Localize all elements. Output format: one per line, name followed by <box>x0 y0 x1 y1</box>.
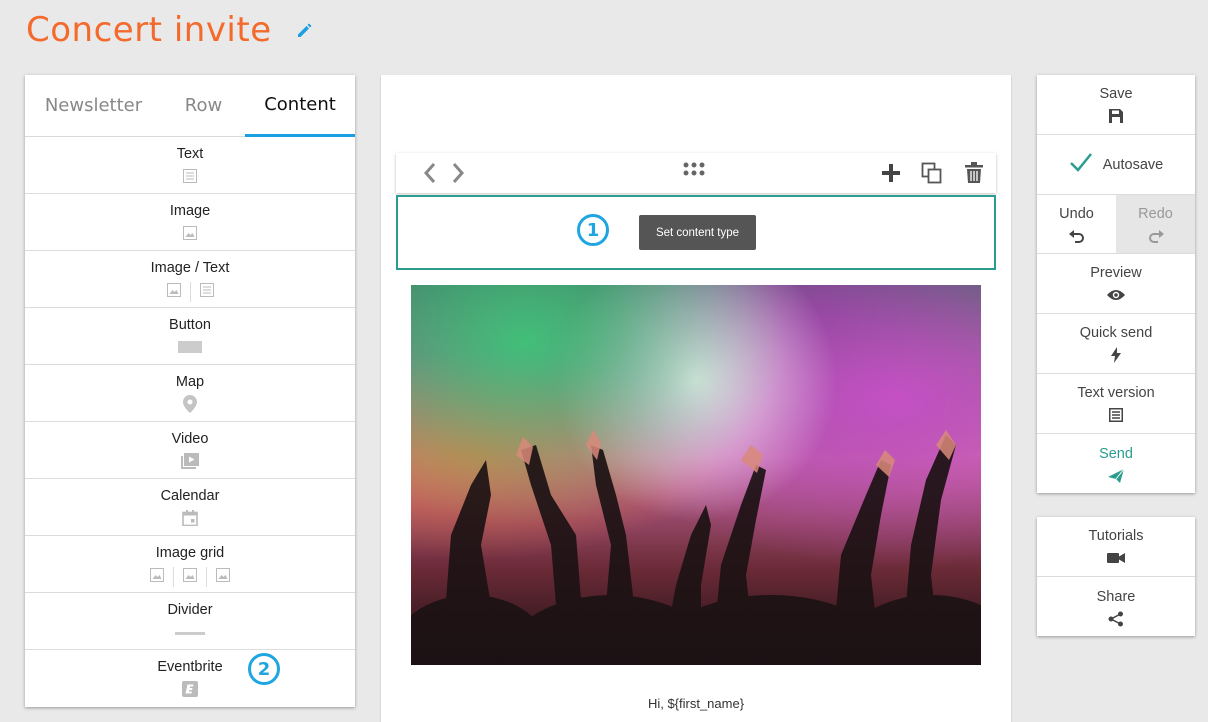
floppy-icon <box>1109 108 1123 124</box>
chevron-right-icon[interactable] <box>446 161 470 185</box>
text-version-button[interactable]: Text version <box>1037 374 1195 434</box>
undo-icon <box>1068 228 1085 244</box>
image-icon <box>182 567 198 588</box>
content-panel: Newsletter Row Content Text Image Image … <box>25 75 355 707</box>
block-text[interactable]: Text <box>25 137 355 194</box>
send-label: Send <box>1099 445 1133 462</box>
quick-send-label: Quick send <box>1079 325 1153 341</box>
eventbrite-icon <box>182 680 198 702</box>
concert-crowd-photo[interactable] <box>411 285 981 665</box>
help-panel: Tutorials Share <box>1037 517 1195 636</box>
block-map[interactable]: Map <box>25 365 355 422</box>
pencil-icon[interactable] <box>296 21 314 39</box>
share-button[interactable]: Share <box>1037 577 1195 637</box>
block-calendar[interactable]: Calendar <box>25 479 355 536</box>
row-toolbar <box>396 153 996 193</box>
image-icon <box>166 282 182 303</box>
divider-icon <box>175 624 205 645</box>
block-label: Divider <box>167 602 213 618</box>
block-label: Text <box>176 146 204 162</box>
set-content-type-tooltip[interactable]: Set content type <box>639 215 756 250</box>
share-icon <box>1108 611 1124 627</box>
tab-content[interactable]: Content <box>245 75 355 137</box>
image-icon <box>215 567 231 588</box>
block-image[interactable]: Image <box>25 194 355 251</box>
copy-icon[interactable] <box>920 161 944 185</box>
empty-content-row[interactable]: 1 Set content type <box>396 195 996 270</box>
send-button[interactable]: Send <box>1037 434 1195 494</box>
lightning-icon <box>1111 347 1121 363</box>
tab-row[interactable]: Row <box>162 75 245 136</box>
share-label: Share <box>1096 588 1136 605</box>
paper-plane-icon <box>1108 468 1124 484</box>
quick-send-button[interactable]: Quick send <box>1037 314 1195 374</box>
redo-button[interactable]: Redo <box>1116 195 1195 253</box>
undo-redo-row: Undo Redo <box>1037 195 1195 254</box>
block-label: Button <box>169 317 211 333</box>
block-divider[interactable]: Divider <box>25 593 355 650</box>
actions-panel: Save Autosave Undo Redo Preview Quick se… <box>1037 75 1195 493</box>
block-video[interactable]: Video <box>25 422 355 479</box>
crowd-silhouettes <box>411 430 981 665</box>
image-icon <box>149 567 165 588</box>
button-icon <box>178 340 202 358</box>
tutorials-label: Tutorials <box>1088 528 1144 544</box>
text-version-label: Text version <box>1077 385 1155 401</box>
block-button[interactable]: Button <box>25 308 355 365</box>
page-title: Concert invite <box>26 10 272 50</box>
autosave-toggle[interactable]: Autosave <box>1037 135 1195 195</box>
calendar-icon <box>182 509 198 531</box>
block-label: Eventbrite <box>157 659 223 675</box>
block-label: Calendar <box>160 488 220 504</box>
block-label: Video <box>171 431 209 447</box>
divider <box>189 282 191 302</box>
redo-label: Redo <box>1138 205 1173 222</box>
tutorials-button[interactable]: Tutorials <box>1037 517 1195 577</box>
drag-handle-icon[interactable] <box>682 157 706 181</box>
text-icon <box>182 168 198 189</box>
document-icon <box>1109 407 1123 423</box>
content-block-list: Text Image Image / Text Button Map Video… <box>25 137 355 707</box>
block-label: Image <box>169 203 211 219</box>
undo-label: Undo <box>1059 205 1094 222</box>
autosave-label: Autosave <box>1102 156 1164 173</box>
step-badge-2: 2 <box>248 653 280 685</box>
trash-icon[interactable] <box>962 161 986 185</box>
block-image-text[interactable]: Image / Text <box>25 251 355 308</box>
image-icon <box>182 225 198 246</box>
preview-button[interactable]: Preview <box>1037 254 1195 314</box>
undo-button[interactable]: Undo <box>1037 195 1116 253</box>
block-label: Image / Text <box>150 260 230 276</box>
divider <box>173 567 174 587</box>
block-label: Map <box>175 374 205 390</box>
video-icon <box>181 452 199 474</box>
divider <box>206 567 207 587</box>
add-icon[interactable] <box>879 161 903 185</box>
redo-icon <box>1148 228 1164 244</box>
checkmark-icon <box>1069 152 1093 177</box>
preview-label: Preview <box>1090 265 1142 281</box>
eye-icon <box>1107 287 1125 303</box>
tab-newsletter[interactable]: Newsletter <box>25 75 162 136</box>
video-camera-icon <box>1107 550 1125 566</box>
text-icon <box>199 282 215 303</box>
chevron-left-icon[interactable] <box>418 161 442 185</box>
title-bar: Concert invite <box>26 8 314 52</box>
email-canvas: 1 Set content type Hi, ${first_name} <box>381 75 1011 722</box>
map-pin-icon <box>183 394 197 418</box>
save-button[interactable]: Save <box>1037 75 1195 135</box>
save-label: Save <box>1099 86 1133 102</box>
panel-tabs: Newsletter Row Content <box>25 75 355 137</box>
block-eventbrite[interactable]: Eventbrite 2 <box>25 650 355 707</box>
greeting-text[interactable]: Hi, ${first_name} <box>381 696 1011 711</box>
step-badge-1: 1 <box>577 214 609 246</box>
block-image-grid[interactable]: Image grid <box>25 536 355 593</box>
block-label: Image grid <box>155 545 225 561</box>
